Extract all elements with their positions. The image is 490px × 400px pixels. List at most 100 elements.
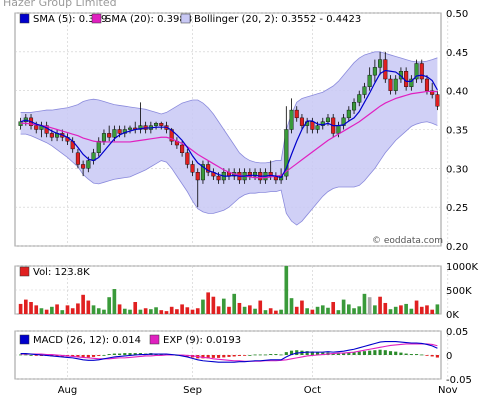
volume-bar — [248, 305, 252, 314]
x-tick-label: Oct — [304, 385, 321, 396]
macd-histogram-bar — [373, 350, 377, 355]
candle-body — [404, 71, 409, 87]
macd-histogram-bar — [425, 355, 429, 356]
volume-bar — [128, 309, 132, 314]
volume-bar — [34, 305, 39, 314]
volume-bar — [206, 292, 210, 314]
candle-body — [294, 109, 299, 119]
candle-body — [195, 172, 200, 181]
volume-bar — [149, 309, 153, 314]
volume-bar — [55, 304, 59, 314]
macd-histogram-bar — [91, 355, 96, 357]
macd-histogram-bar — [222, 355, 226, 358]
volume-bar — [70, 308, 75, 314]
volume-bar — [347, 304, 351, 314]
volume-bar — [253, 308, 257, 314]
volume-bar — [232, 293, 237, 314]
macd-histogram-bar — [19, 354, 23, 356]
macd-histogram-bar — [269, 354, 273, 355]
macd-histogram-bar — [414, 354, 419, 355]
candle-body — [367, 74, 372, 87]
volume-bar — [76, 303, 80, 314]
candle-body — [101, 133, 106, 142]
volume-bar — [138, 309, 143, 314]
volume-bar — [112, 289, 117, 314]
y-tick-label: 500K — [446, 286, 472, 297]
macd-histogram-bar — [211, 355, 215, 358]
volume-bar — [29, 302, 33, 314]
macd-histogram-bar — [430, 355, 434, 357]
candle-body — [112, 129, 117, 138]
volume-bar — [414, 300, 419, 314]
volume-bar — [154, 307, 158, 314]
macd-histogram-bar — [404, 353, 408, 355]
macd-histogram-bar — [388, 351, 393, 355]
volume-bar — [430, 309, 435, 314]
macd-histogram-bar — [274, 354, 278, 355]
volume-bar — [185, 307, 190, 314]
stock-chart: 0.50 0.45 0.40 0.35 0.30 0.25 0.20© eoddata.co… — [14, 9, 478, 396]
candle-body — [378, 59, 383, 68]
macd-histogram-bar — [378, 349, 382, 355]
volume-bar — [169, 306, 174, 314]
macd-histogram-bar — [128, 353, 132, 355]
y-tick-label: 0.30 — [446, 164, 468, 175]
macd-histogram-bar — [383, 350, 387, 355]
macd-histogram-bar — [217, 355, 221, 358]
macd-histogram-bar — [284, 352, 288, 355]
volume-bar — [315, 306, 320, 314]
candle-body — [393, 78, 398, 91]
volume-bar — [237, 302, 242, 314]
y-tick-label: 0.45 — [446, 48, 468, 59]
candle-body — [424, 78, 429, 91]
candle-body — [383, 59, 388, 80]
volume-bar — [341, 299, 346, 314]
volume-bar — [195, 308, 200, 314]
macd-histogram-bar — [112, 353, 116, 355]
candle-body — [357, 94, 362, 103]
volume-bar — [107, 297, 111, 314]
y-tick-label: 0.20 — [446, 242, 468, 253]
month-axis: Aug Sep Oct Nov — [58, 385, 458, 396]
candle-body — [372, 67, 377, 76]
macd-histogram-bar — [253, 354, 257, 356]
macd-histogram-bar — [29, 355, 33, 356]
candle-body — [185, 152, 190, 165]
volume-bar — [383, 302, 388, 314]
legend-swatch — [91, 13, 102, 24]
candle-body — [81, 164, 86, 169]
x-tick-label: Sep — [183, 385, 202, 396]
volume-bar — [65, 305, 70, 314]
volume-bar — [60, 310, 65, 314]
y-tick-label: 0.05 — [446, 327, 468, 338]
macd-histogram-bar — [102, 355, 106, 356]
macd-histogram-bar — [399, 352, 403, 355]
candle-body — [310, 121, 315, 130]
volume-bar — [404, 303, 408, 314]
candle-body — [325, 117, 331, 122]
legend-label: SMA (20): 0.3988 — [105, 14, 192, 25]
volume-bar — [23, 299, 28, 314]
macd-histogram-bar — [118, 353, 122, 355]
volume-bar — [122, 308, 127, 314]
macd-histogram-bar — [123, 353, 127, 355]
volume-bar — [263, 310, 268, 314]
volume-bar — [399, 305, 403, 314]
chart-title: Hazer Group Limited — [3, 0, 117, 9]
volume-bar — [175, 309, 179, 314]
volume-bar — [221, 298, 226, 314]
volume-bar — [143, 308, 148, 314]
price-panel: 0.50 0.45 0.40 0.35 0.30 0.25 0.20© eoddata.co… — [14, 9, 468, 253]
macd-histogram-bar — [248, 355, 252, 356]
volume-bar — [357, 306, 362, 314]
volume-bar — [284, 266, 289, 314]
candle-body — [107, 133, 112, 138]
volume-bar — [373, 305, 377, 314]
macd-panel: 0.050-0.05MACD (26, 12): 0.014 EXP (9): 0… — [14, 327, 472, 386]
candle-body — [216, 175, 221, 181]
legend-label: Bollinger (20, 2): 0.3552 - 0.4423 — [194, 14, 361, 25]
volume-bar — [50, 306, 54, 314]
macd-histogram-bar — [237, 355, 241, 356]
volume-bar — [86, 300, 91, 314]
volume-bar — [300, 300, 304, 314]
